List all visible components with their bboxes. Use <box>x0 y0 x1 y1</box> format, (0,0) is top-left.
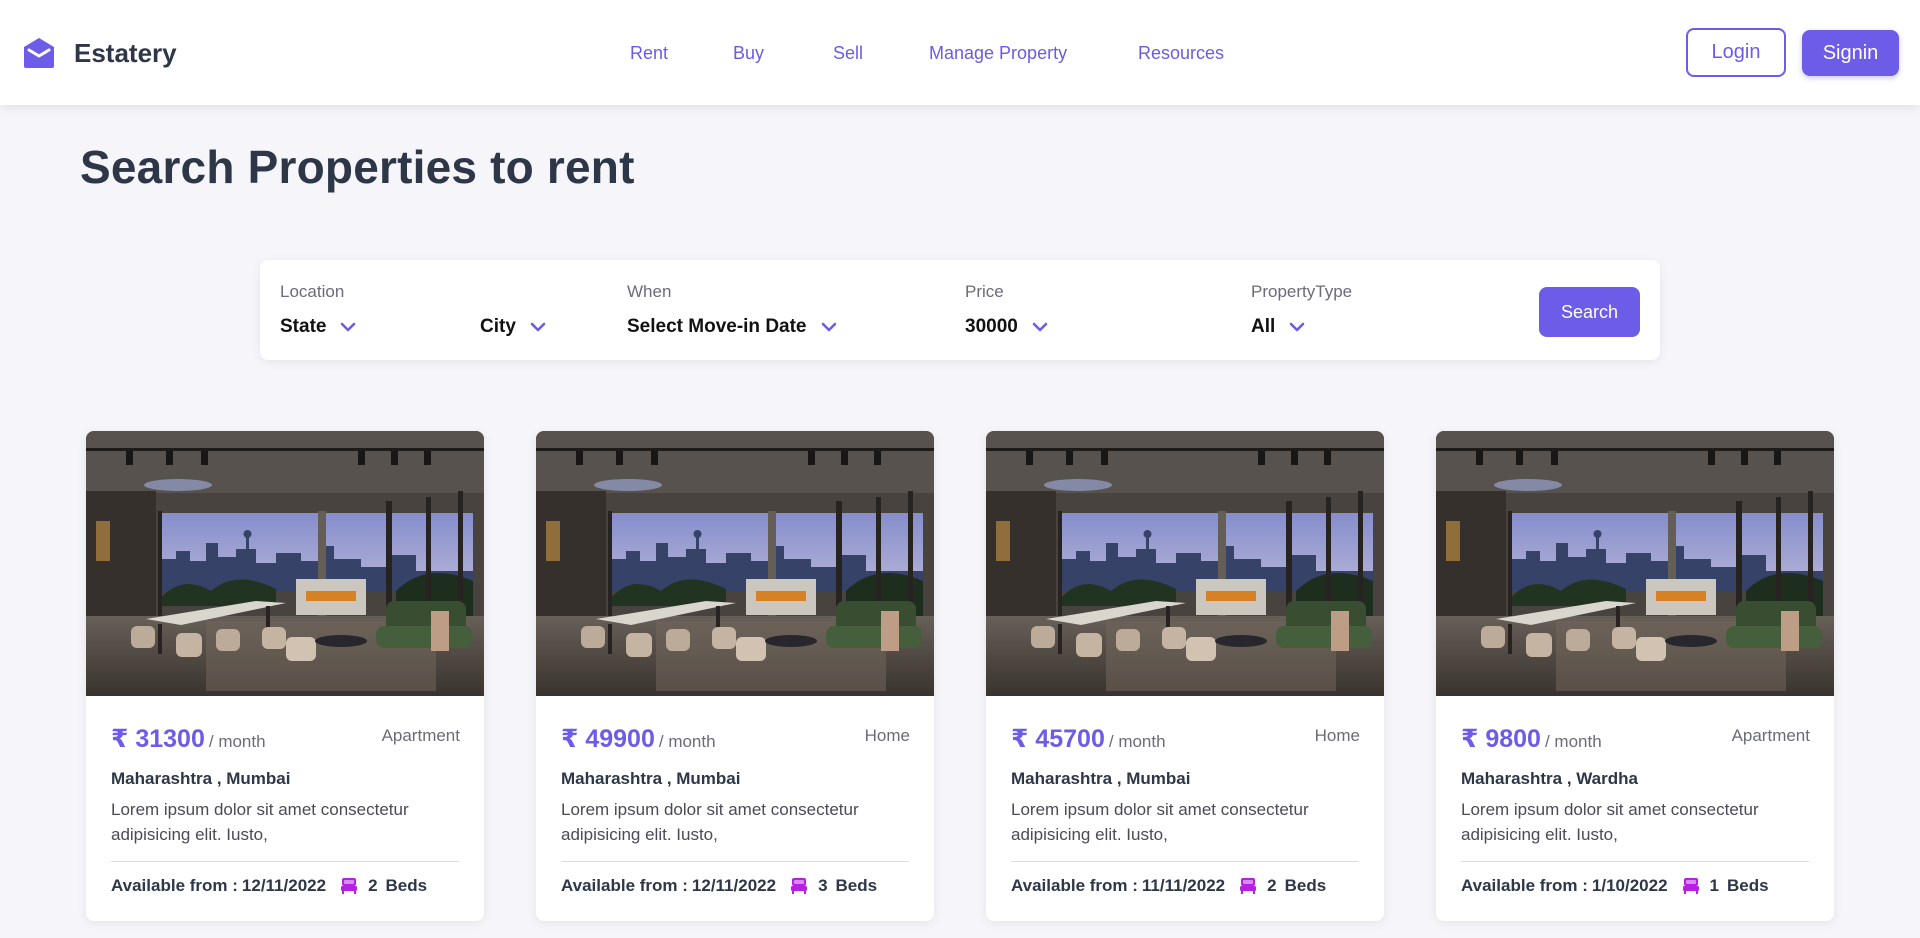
card-footer: Available from : 1/10/2022 1 Beds <box>1461 876 1769 896</box>
price-row: ₹ 49900 / month <box>561 724 716 754</box>
city-select-value: City <box>480 316 516 337</box>
property-type-value: All <box>1251 316 1276 337</box>
main-nav: Rent Buy Sell Manage Property Resources <box>0 43 1920 67</box>
price-period: / month <box>1108 732 1166 751</box>
property-price: ₹ 45700 <box>1011 725 1105 753</box>
price-select-value: 30000 <box>965 316 1018 337</box>
login-button[interactable]: Login <box>1686 28 1786 77</box>
nav-link-sell[interactable]: Sell <box>833 43 863 64</box>
state-select[interactable]: State <box>280 316 356 338</box>
beds-count: 3 <box>818 876 828 895</box>
move-in-date-select[interactable]: Select Move-in Date <box>627 316 837 338</box>
bed-icon <box>1682 877 1700 895</box>
card-divider <box>1461 861 1809 862</box>
property-location: Maharashtra , Wardha <box>1461 769 1638 788</box>
beds-count: 2 <box>1267 876 1277 895</box>
chevron-down-icon <box>340 322 356 332</box>
search-filter-bar: Location State City When Select Move-in … <box>260 260 1660 360</box>
available-from-label: Available from : <box>1461 876 1588 895</box>
property-type-label: PropertyType <box>1251 282 1353 301</box>
nav-link-resources[interactable]: Resources <box>1138 43 1224 64</box>
property-price: ₹ 9800 <box>1461 725 1541 753</box>
nav-link-manage-property[interactable]: Manage Property <box>929 43 1067 64</box>
property-card[interactable]: ₹ 49900 / month Home Maharashtra , Mumba… <box>536 431 934 921</box>
card-divider <box>111 861 459 862</box>
top-navbar: Estatery Rent Buy Sell Manage Property R… <box>0 0 1920 105</box>
nav-link-buy[interactable]: Buy <box>733 43 764 64</box>
available-from-label: Available from : <box>1011 876 1138 895</box>
property-photo <box>1436 431 1834 696</box>
price-row: ₹ 31300 / month <box>111 724 266 754</box>
chevron-down-icon <box>530 322 546 332</box>
price-period: / month <box>208 732 266 751</box>
price-row: ₹ 9800 / month <box>1461 724 1602 754</box>
available-from-label: Available from : <box>561 876 688 895</box>
move-in-date-value: Select Move-in Date <box>627 316 807 337</box>
available-from-label: Available from : <box>111 876 238 895</box>
page-title: Search Properties to rent <box>80 141 635 193</box>
bed-icon <box>340 877 358 895</box>
property-description: Lorem ipsum dolor sit amet consectetur a… <box>111 800 409 844</box>
card-divider <box>561 861 909 862</box>
property-card[interactable]: ₹ 31300 / month Apartment Maharashtra , … <box>86 431 484 921</box>
beds-label: Beds <box>1727 876 1769 895</box>
property-price: ₹ 49900 <box>561 725 655 753</box>
property-type: Apartment <box>381 726 460 745</box>
bed-icon <box>790 877 808 895</box>
price-period: / month <box>658 732 716 751</box>
chevron-down-icon <box>1289 322 1305 332</box>
nav-link-rent[interactable]: Rent <box>630 43 668 64</box>
property-description: Lorem ipsum dolor sit amet consectetur a… <box>1011 800 1309 844</box>
beds-count: 1 <box>1709 876 1720 895</box>
available-date: 11/11/2022 <box>1141 876 1226 895</box>
state-select-value: State <box>280 316 327 337</box>
available-date: 12/11/2022 <box>691 876 777 895</box>
beds-label: Beds <box>835 876 878 895</box>
card-footer: Available from : 12/11/2022 3 Beds <box>561 876 877 896</box>
property-location: Maharashtra , Mumbai <box>561 769 741 788</box>
property-type-select[interactable]: All <box>1251 316 1305 338</box>
property-type: Home <box>1314 726 1360 745</box>
property-card[interactable]: ₹ 9800 / month Apartment Maharashtra , W… <box>1436 431 1834 921</box>
card-footer: Available from : 11/11/2022 2 Beds <box>1011 876 1326 896</box>
price-select[interactable]: 30000 <box>965 316 1048 338</box>
property-type: Apartment <box>1731 726 1810 745</box>
bed-icon <box>1239 877 1257 895</box>
signin-button[interactable]: Signin <box>1802 30 1899 76</box>
beds-label: Beds <box>385 876 428 895</box>
card-footer: Available from : 12/11/2022 2 Beds <box>111 876 427 896</box>
price-period: / month <box>1544 732 1602 751</box>
property-price: ₹ 31300 <box>111 725 205 753</box>
property-location: Maharashtra , Mumbai <box>1011 769 1191 788</box>
available-date: 1/10/2022 <box>1591 876 1668 895</box>
property-photo <box>86 431 484 696</box>
available-date: 12/11/2022 <box>241 876 327 895</box>
price-label: Price <box>965 282 1004 301</box>
beds-label: Beds <box>1284 876 1327 895</box>
property-location: Maharashtra , Mumbai <box>111 769 291 788</box>
when-label: When <box>627 282 672 301</box>
property-photo <box>986 431 1384 696</box>
property-description: Lorem ipsum dolor sit amet consectetur a… <box>1461 800 1759 844</box>
chevron-down-icon <box>821 322 837 332</box>
property-card[interactable]: ₹ 45700 / month Home Maharashtra , Mumba… <box>986 431 1384 921</box>
beds-count: 2 <box>368 876 378 895</box>
card-divider <box>1011 861 1359 862</box>
property-photo <box>536 431 934 696</box>
property-description: Lorem ipsum dolor sit amet consectetur a… <box>561 800 859 844</box>
property-type: Home <box>864 726 910 745</box>
location-label: Location <box>280 282 345 301</box>
search-button[interactable]: Search <box>1539 287 1640 337</box>
price-row: ₹ 45700 / month <box>1011 724 1166 754</box>
chevron-down-icon <box>1032 322 1048 332</box>
city-select[interactable]: City <box>480 316 546 338</box>
